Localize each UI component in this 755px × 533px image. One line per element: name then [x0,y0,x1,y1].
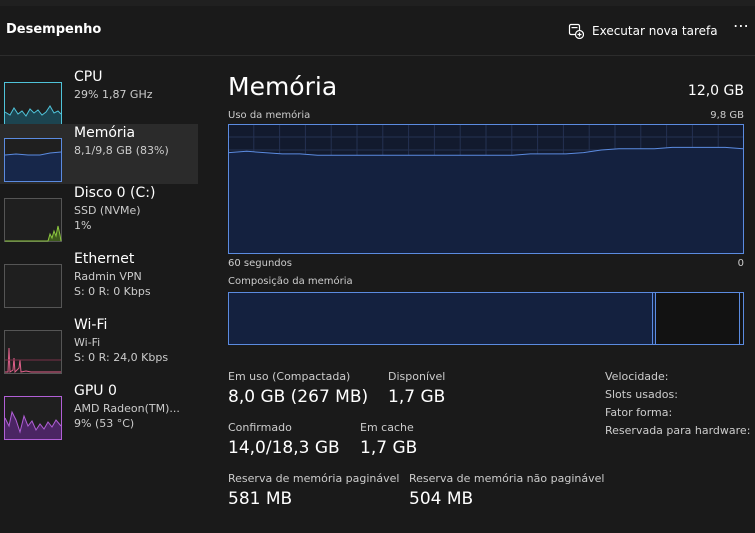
sidebar-item-detail: 8,1/9,8 GB (83%) [74,144,169,157]
sidebar-item-label: CPU [74,69,103,85]
usage-graph-label: Uso da memória [228,110,311,121]
sidebar-item-detail: 9% (53 °C) [74,417,135,430]
stat-in-use: Em uso (Compactada) 8,0 GB (267 MB) [228,369,368,410]
sidebar: CPU 29% 1,87 GHz Memória 8,1/9,8 GB (83%… [0,56,210,533]
slots-used-label: Slots usados: [605,388,678,401]
sidebar-item-ethernet[interactable]: Ethernet Radmin VPN S: 0 R: 0 Kbps [0,250,198,310]
memory-usage-graph [228,124,744,254]
time-axis-end: 0 [737,258,744,269]
page-title: Desempenho [6,22,102,37]
ethernet-thumbnail-graph [4,264,62,308]
stat-value: 504 MB [409,489,474,509]
run-new-task-label: Executar nova tarefa [592,24,718,38]
stat-label: Disponível [388,370,446,383]
cpu-thumbnail-graph [4,82,62,126]
stat-label: Reserva de memória paginável [228,472,400,485]
composition-modified [653,293,655,344]
new-task-icon [568,23,584,39]
memory-composition-bar [228,292,744,345]
usage-area [229,147,743,254]
hardware-reserved-label: Reservada para hardware: [605,424,751,437]
run-new-task-button[interactable]: Executar nova tarefa [568,18,718,44]
stat-value: 8,0 GB (267 MB) [228,387,369,407]
gpu-thumbnail-graph [4,396,62,440]
more-options-button[interactable]: ⋯ [733,16,750,35]
sidebar-item-wifi[interactable]: Wi-Fi Wi-Fi S: 0 R: 24,0 Kbps [0,316,198,376]
stat-value: 1,7 GB [388,387,446,407]
stat-cached: Em cache 1,7 GB [360,420,417,461]
sidebar-item-detail: AMD Radeon(TM)... [74,402,180,415]
sidebar-item-detail: 29% 1,87 GHz [74,88,153,101]
memory-title: Memória [228,72,338,101]
sidebar-item-label: Memória [74,125,136,141]
stat-label: Reserva de memória não paginável [409,472,605,485]
sidebar-item-label: Ethernet [74,251,135,267]
composition-label: Composição da memória [228,276,353,287]
stat-nonpaged-pool: Reserva de memória não paginável 504 MB [409,471,604,512]
usage-graph-max: 9,8 GB [710,110,744,121]
form-factor-label: Fator forma: [605,406,673,419]
header-bar: Desempenho Executar nova tarefa ⋯ [0,6,755,56]
stat-paged-pool: Reserva de memória paginável 581 MB [228,471,399,512]
stat-label: Em cache [360,421,414,434]
stat-label: Confirmado [228,421,292,434]
sidebar-item-label: GPU 0 [74,383,117,399]
stat-value: 14,0/18,3 GB [228,438,340,458]
stat-committed: Confirmado 14,0/18,3 GB [228,420,340,461]
sidebar-item-cpu[interactable]: CPU 29% 1,87 GHz [0,68,198,128]
memory-panel: Memória 12,0 GB Uso da memória 9,8 GB 60… [228,56,751,533]
memory-total: 12,0 GB [687,83,744,99]
sidebar-item-detail: SSD (NVMe) [74,204,141,217]
sidebar-item-detail: S: 0 R: 0 Kbps [74,285,151,298]
disk-thumbnail-graph [4,198,62,242]
stat-value: 1,7 GB [360,438,418,458]
sidebar-item-detail: Wi-Fi [74,336,101,349]
sidebar-item-gpu[interactable]: GPU 0 AMD Radeon(TM)... 9% (53 °C) [0,382,198,442]
stat-value: 581 MB [228,489,293,509]
speed-label: Velocidade: [605,370,669,383]
sidebar-item-label: Wi-Fi [74,317,108,333]
composition-in-use [229,293,652,344]
sidebar-item-detail: Radmin VPN [74,270,142,283]
time-axis-start: 60 segundos [228,258,292,269]
memory-thumbnail-graph [4,138,62,182]
sidebar-item-detail: S: 0 R: 24,0 Kbps [74,351,169,364]
sidebar-item-memory[interactable]: Memória 8,1/9,8 GB (83%) [0,124,198,184]
sidebar-item-label: Disco 0 (C:) [74,185,156,201]
wifi-thumbnail-graph [4,330,62,374]
sidebar-item-detail: 1% [74,219,92,232]
stat-label: Em uso (Compactada) [228,370,351,383]
sidebar-item-disk[interactable]: Disco 0 (C:) SSD (NVMe) 1% [0,184,198,244]
stat-available: Disponível 1,7 GB [388,369,445,410]
